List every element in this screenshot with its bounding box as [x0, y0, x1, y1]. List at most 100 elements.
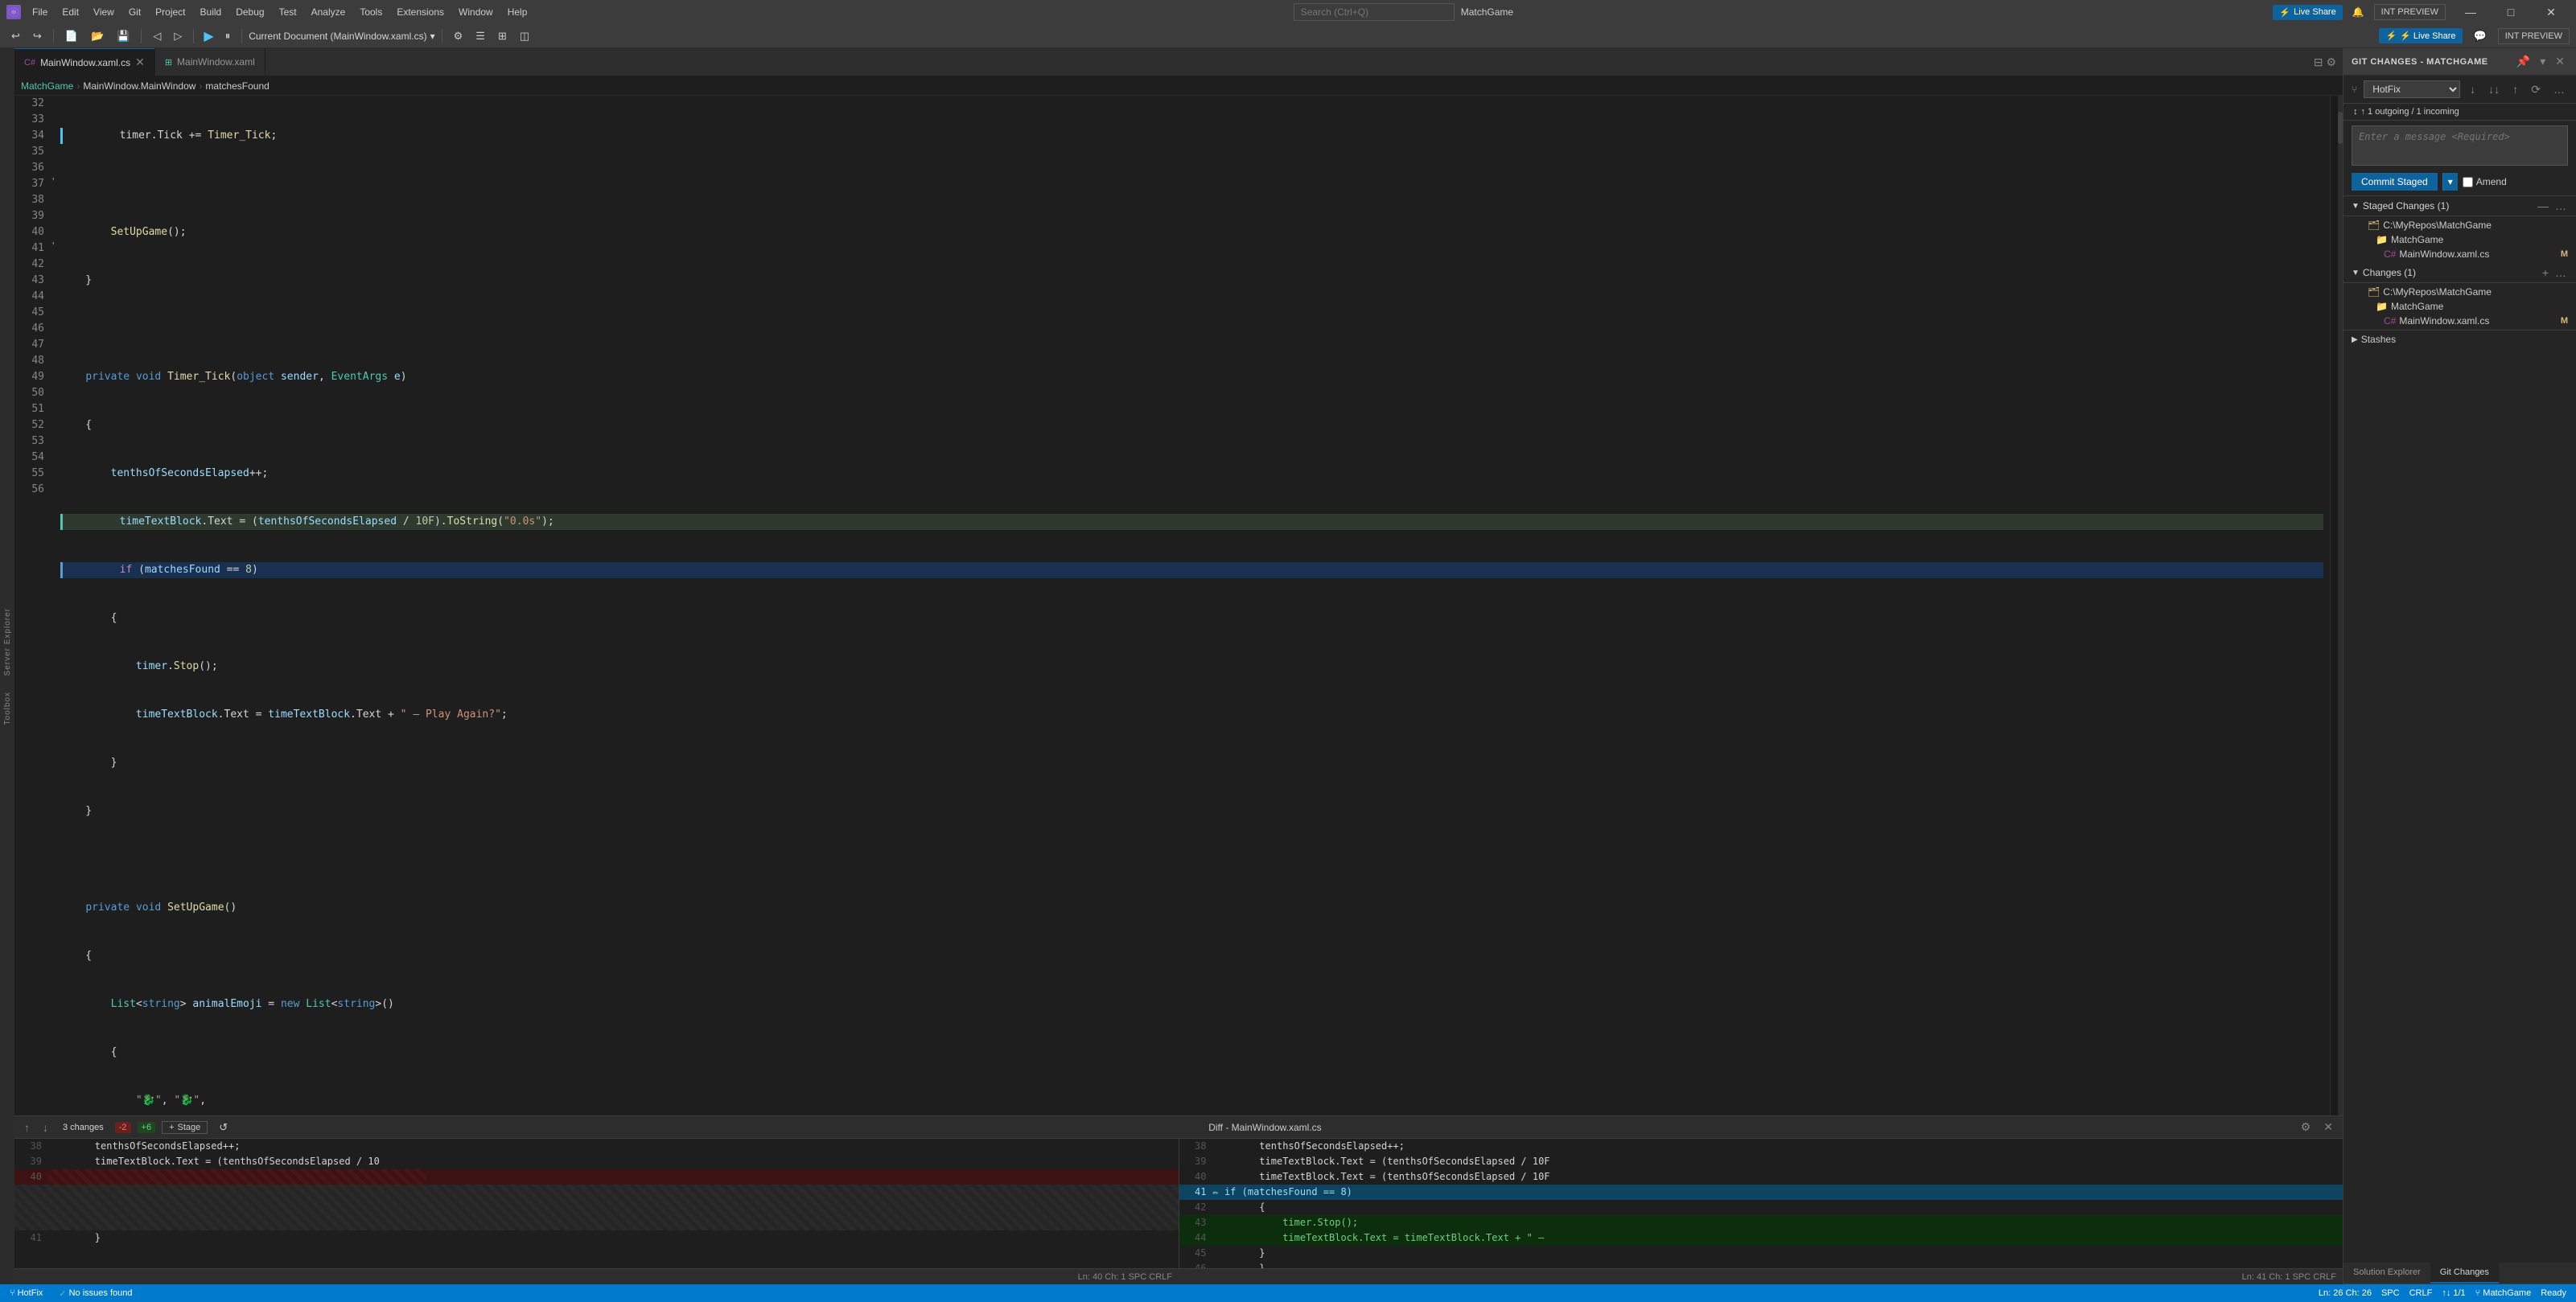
breadcrumb-mainwindow[interactable]: MainWindow.MainWindow	[83, 80, 195, 92]
menu-window[interactable]: Window	[452, 5, 500, 19]
staged-changes-header[interactable]: ▼ Staged Changes (1) — …	[2344, 196, 2576, 216]
open-button[interactable]: 📂	[86, 27, 109, 46]
git-more-button[interactable]: …	[2550, 81, 2568, 97]
close-button[interactable]: ✕	[2533, 0, 2570, 24]
diff-prev-button[interactable]: ↑	[21, 1119, 33, 1136]
diff-right-pane[interactable]: 38 tenthsOfSecondsElapsed++; 39 timeText…	[1179, 1139, 2344, 1268]
changes-header[interactable]: ▼ Changes (1) + …	[2344, 263, 2576, 283]
status-nav[interactable]: ↑↓ 1/1	[2438, 1284, 2468, 1302]
git-pin-icon[interactable]: 📌	[2513, 53, 2533, 70]
tab-mainwindow-xaml[interactable]: ⊞ MainWindow.xaml	[155, 48, 265, 76]
stashes-header[interactable]: ▶ Stashes	[2352, 334, 2568, 345]
forward-button[interactable]: ▷	[169, 27, 187, 46]
amend-checkbox-area[interactable]: Amend	[2463, 176, 2507, 187]
diff-next-button[interactable]: ↓	[39, 1119, 51, 1136]
commit-message-input[interactable]	[2352, 125, 2568, 166]
attach-button[interactable]: ⏸	[220, 27, 236, 46]
diff-settings-button[interactable]: ⚙	[2298, 1119, 2315, 1136]
status-ok-item[interactable]: ✓ No issues found	[56, 1284, 135, 1302]
diff-left-pane[interactable]: 38 tenthsOfSecondsElapsed++; 39 timeText…	[14, 1139, 1179, 1268]
tab-close-cs[interactable]: ✕	[135, 55, 145, 69]
search-input[interactable]	[1294, 3, 1455, 21]
changes-file-item[interactable]: C# MainWindow.xaml.cs M	[2344, 314, 2576, 328]
push-button[interactable]: ↑	[2509, 81, 2521, 97]
status-ready[interactable]: Ready	[2537, 1284, 2570, 1302]
code-line-34: SetUpGame();	[60, 224, 2323, 240]
menu-view[interactable]: View	[87, 5, 121, 19]
menu-help[interactable]: Help	[501, 5, 534, 19]
current-doc-selector[interactable]: Current Document (MainWindow.xaml.cs) ▾	[249, 31, 434, 42]
live-share-button[interactable]: ⚡ Live Share	[2273, 5, 2342, 20]
menu-extensions[interactable]: Extensions	[390, 5, 451, 19]
status-line-ending[interactable]: CRLF	[2406, 1284, 2436, 1302]
status-bar: ⑂ HotFix ✓ No issues found Ln: 26 Ch: 26…	[0, 1284, 2576, 1302]
pull-button[interactable]: ↓↓	[2485, 81, 2503, 97]
toolbar-tool2[interactable]: ☰	[471, 27, 490, 46]
menu-project[interactable]: Project	[149, 5, 191, 19]
status-repo[interactable]: ⑂ MatchGame	[2472, 1284, 2535, 1302]
breadcrumb-matchgame[interactable]: MatchGame	[21, 80, 73, 92]
staged-repo-item[interactable]: 🗂 C:\MyRepos\MatchGame	[2344, 218, 2576, 232]
menu-file[interactable]: File	[26, 5, 54, 19]
new-file-button[interactable]: 📄	[60, 27, 83, 46]
sync-button[interactable]: ⟳	[2528, 81, 2544, 98]
code-lines[interactable]: timer.Tick += Timer_Tick; SetUpGame(); }…	[54, 96, 2330, 1115]
sync-info[interactable]: ↕ ↑ 1 outgoing / 1 incoming	[2344, 104, 2576, 121]
menu-analyze[interactable]: Analyze	[305, 5, 352, 19]
bell-icon[interactable]: 🔔	[2349, 6, 2368, 18]
menu-debug[interactable]: Debug	[229, 5, 270, 19]
live-share-toolbar-button[interactable]: ⚡ ⚡ Live Share	[2379, 28, 2462, 43]
status-encoding[interactable]: SPC	[2378, 1284, 2403, 1302]
stashes-label: Stashes	[2361, 334, 2396, 345]
status-position[interactable]: Ln: 26 Ch: 26	[2315, 1284, 2375, 1302]
menu-tools[interactable]: Tools	[353, 5, 389, 19]
amend-checkbox[interactable]	[2463, 177, 2473, 187]
maximize-button[interactable]: □	[2492, 0, 2529, 24]
git-branch-status[interactable]: ⑂ HotFix	[6, 1284, 46, 1302]
changes-more-icon[interactable]: …	[2553, 266, 2568, 279]
staged-folder-item[interactable]: 📁 MatchGame	[2344, 232, 2576, 247]
run-button[interactable]: ▶	[200, 27, 216, 46]
unstage-all-icon[interactable]: —	[2536, 199, 2550, 212]
toolbar-tool3[interactable]: ⊞	[493, 27, 512, 46]
menu-git[interactable]: Git	[122, 5, 147, 19]
staged-more-icon[interactable]: …	[2553, 199, 2568, 212]
undo-button[interactable]: ↩	[6, 27, 25, 46]
tab-solution-explorer[interactable]: Solution Explorer	[2344, 1263, 2430, 1284]
staged-file-item[interactable]: C# MainWindow.xaml.cs M	[2344, 247, 2576, 261]
changes-modified-badge: M	[2561, 316, 2568, 326]
split-editor-icon[interactable]: ⊟	[2314, 55, 2323, 69]
commit-dropdown-button[interactable]: ▾	[2442, 173, 2458, 191]
tab-git-changes[interactable]: Git Changes	[2430, 1263, 2499, 1284]
fetch-button[interactable]: ↓	[2467, 81, 2479, 97]
redo-button[interactable]: ↪	[28, 27, 47, 46]
diff-close-button[interactable]: ✕	[2320, 1119, 2336, 1136]
changes-folder-item[interactable]: 📁 MatchGame	[2344, 299, 2576, 314]
server-explorer-label[interactable]: Server Explorer	[3, 608, 12, 676]
gear-editor-icon[interactable]: ⚙	[2326, 55, 2336, 69]
toolbar-tool4[interactable]: ◫	[515, 27, 534, 46]
save-button[interactable]: 💾	[112, 27, 134, 46]
git-close-icon[interactable]: ✕	[2552, 53, 2568, 70]
int-preview-button[interactable]: INT PREVIEW	[2374, 4, 2446, 20]
diff-revert-button[interactable]: ↺	[214, 1118, 232, 1137]
changes-repo-item[interactable]: 🗂 C:\MyRepos\MatchGame	[2344, 285, 2576, 299]
menu-test[interactable]: Test	[273, 5, 303, 19]
changes-count: 3 changes	[58, 1122, 109, 1133]
breadcrumb-matchesfound[interactable]: matchesFound	[205, 80, 269, 92]
git-dropdown-icon[interactable]: ▾	[2537, 53, 2549, 70]
back-button[interactable]: ◁	[148, 27, 166, 46]
plus-badge: +6	[138, 1122, 156, 1133]
toolbox-label[interactable]: Toolbox	[3, 692, 12, 725]
commit-staged-button[interactable]: Commit Staged	[2352, 173, 2438, 191]
stage-all-icon[interactable]: +	[2541, 266, 2550, 279]
minimize-button[interactable]: —	[2452, 0, 2489, 24]
toolbar-tool1[interactable]: ⚙	[449, 27, 468, 46]
menu-edit[interactable]: Edit	[56, 5, 85, 19]
feedback-button[interactable]: 💬	[2469, 27, 2492, 46]
branch-selector[interactable]: HotFix	[2364, 80, 2460, 98]
menu-build[interactable]: Build	[194, 5, 228, 19]
stage-button[interactable]: + Stage	[162, 1121, 208, 1134]
tab-mainwindow-cs[interactable]: C# MainWindow.xaml.cs ✕	[14, 48, 155, 76]
int-preview-toolbar-button[interactable]: INT PREVIEW	[2498, 28, 2570, 44]
